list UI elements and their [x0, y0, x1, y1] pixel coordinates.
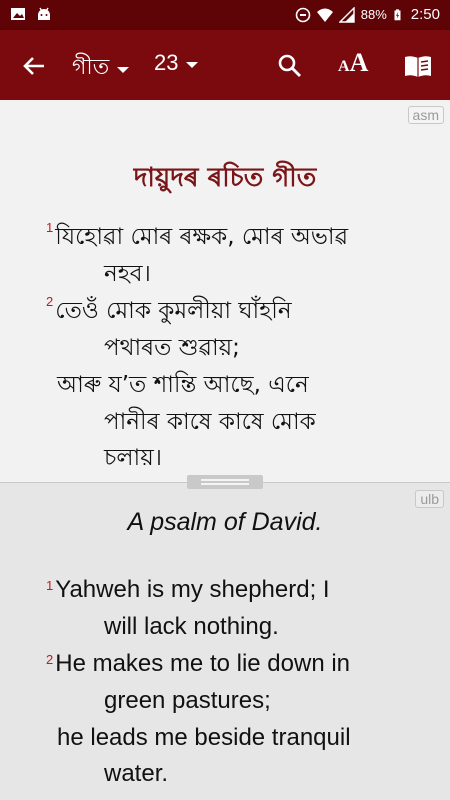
verse-1-line-2: নহব।	[104, 261, 151, 287]
verse-2-line-1: 2তেওঁ মোক কুমলীয়া ঘাঁহনি	[46, 294, 292, 324]
book-name: গীত	[72, 55, 110, 80]
chevron-down-icon	[117, 67, 130, 73]
verse-1-line-1: 1যিহোৱা মোৰ ৰক্ষক, মোৰ অভাৱ	[46, 220, 349, 250]
search-icon[interactable]	[276, 52, 304, 80]
verse-2-line-2: green pastures;	[104, 687, 271, 714]
chapter-number: 23	[154, 50, 179, 75]
translation-tag[interactable]: ulb	[415, 490, 444, 508]
verse-number: 2	[46, 294, 54, 309]
section-heading: দায়ুদৰ ৰচিত গীত	[133, 163, 317, 193]
battery-percentage: 88%	[360, 7, 387, 22]
chevron-down-icon	[186, 61, 199, 68]
english-text-pane[interactable]: ulb A psalm of David. 1Yahweh is my shep…	[0, 482, 450, 800]
verse-2b-line-2: water.	[104, 760, 169, 787]
section-heading: A psalm of David.	[127, 508, 323, 536]
text-size-icon[interactable]: AA	[338, 48, 368, 78]
pane-resize-handle[interactable]	[187, 475, 263, 489]
wifi-icon	[316, 8, 333, 22]
image-notification-icon	[11, 8, 25, 20]
verse-2-line-1: 2He makes me to lie down in	[46, 650, 351, 677]
verse-2b-line-3: চলায়।	[104, 445, 162, 471]
battery-charging-icon	[394, 8, 401, 20]
verse-2b-line-2: পানীৰ কাষে কাষে মোক	[104, 409, 316, 435]
verse-number: 1	[46, 220, 54, 235]
verse-1-line-2: will lack nothing.	[104, 613, 279, 640]
assamese-text-pane[interactable]: asm দায়ুদৰ ৰচিত গীত 1যিহোৱা মোৰ ৰক্ষক, …	[0, 100, 450, 482]
verse-number: 1	[46, 578, 54, 593]
chapter-selector[interactable]: 23	[154, 50, 199, 76]
verse-2b-line-1: he leads me beside tranquil	[57, 724, 351, 751]
android-icon	[38, 7, 50, 20]
status-bar: 88% 2:50	[0, 0, 450, 30]
signal-icon	[338, 6, 355, 23]
back-arrow-icon[interactable]	[20, 52, 48, 80]
open-book-icon[interactable]	[403, 52, 433, 80]
clock: 2:50	[410, 6, 440, 23]
verse-2b-line-1: আৰু য’ত শান্তি আছে, এনে	[57, 372, 309, 398]
app-bar: গীত 23 AA	[0, 30, 450, 100]
verse-1-line-1: 1Yahweh is my shepherd; I	[46, 576, 330, 603]
verse-2-line-2: পথাৰত শুৱায়;	[104, 335, 240, 361]
translation-tag[interactable]: asm	[407, 106, 444, 124]
verse-number: 2	[46, 652, 54, 667]
book-selector[interactable]: গীত	[72, 50, 130, 87]
data-saver-icon	[295, 7, 311, 22]
